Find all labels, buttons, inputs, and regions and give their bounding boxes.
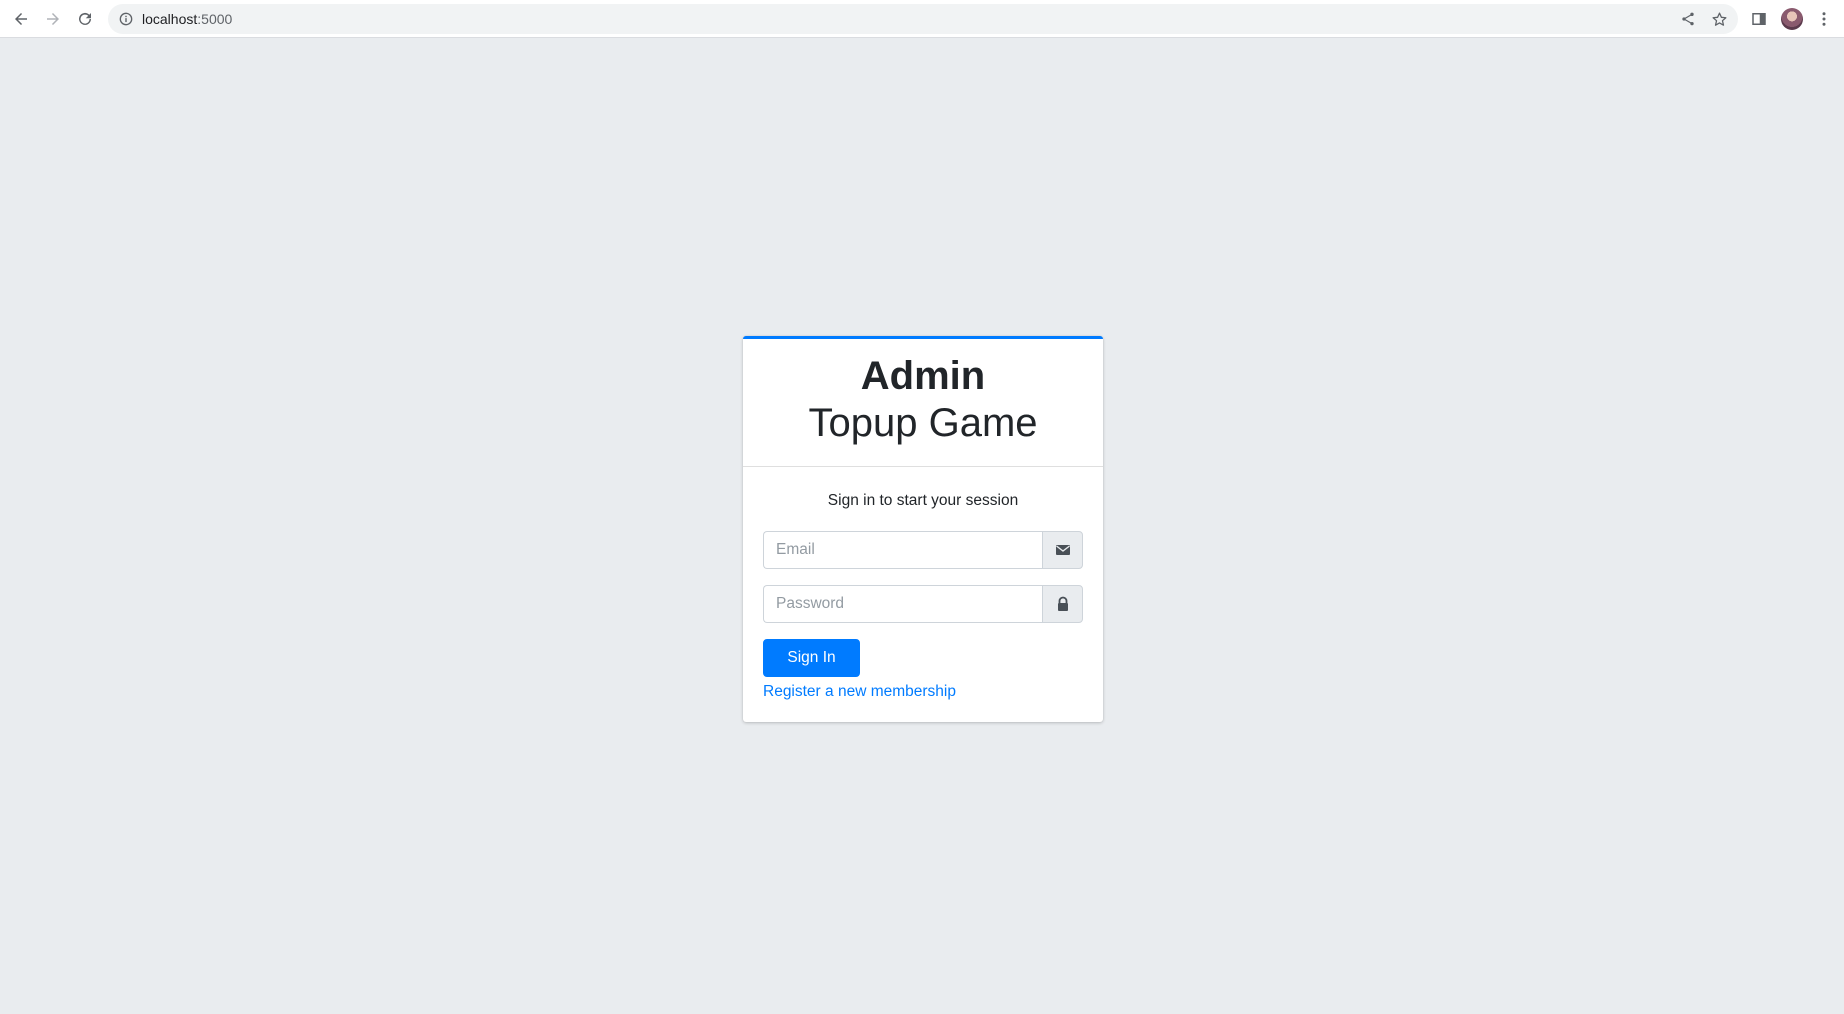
password-input-group (763, 585, 1083, 623)
login-card-body: Sign in to start your session Sign In Re… (743, 467, 1103, 722)
envelope-icon (1055, 545, 1070, 555)
address-bar[interactable]: localhost:5000 (108, 4, 1738, 34)
brand-title-light: Topup Game (808, 401, 1038, 445)
info-icon[interactable] (118, 11, 134, 27)
password-field[interactable] (763, 585, 1042, 623)
sign-in-button[interactable]: Sign In (763, 639, 860, 677)
lock-icon (1057, 596, 1068, 611)
side-panel-icon (1752, 13, 1766, 25)
login-message: Sign in to start your session (827, 492, 1019, 509)
email-addon (1042, 531, 1083, 569)
reload-icon (79, 12, 91, 25)
forward-button[interactable] (39, 5, 67, 33)
login-card: Admin Topup Game Sign in to start your s… (743, 336, 1103, 722)
brand-title-bold: Admin (860, 354, 986, 398)
reload-button[interactable] (71, 5, 99, 33)
email-field[interactable] (763, 531, 1042, 569)
share-icon[interactable] (1679, 10, 1697, 28)
arrow-right-icon (47, 13, 59, 25)
back-button[interactable] (7, 5, 35, 33)
url-port: :5000 (197, 11, 233, 27)
email-input-group (763, 531, 1083, 569)
url-text: localhost:5000 (142, 4, 232, 34)
menu-button[interactable] (1810, 5, 1838, 33)
profile-avatar[interactable] (1781, 8, 1803, 30)
url-host: localhost (142, 11, 198, 27)
arrow-left-icon (15, 13, 27, 25)
register-link[interactable]: Register a new membership (763, 682, 1083, 702)
brand-link[interactable]: Admin Topup Game (743, 353, 1103, 447)
star-icon[interactable] (1710, 10, 1728, 28)
login-card-header: Admin Topup Game (743, 339, 1103, 467)
browser-toolbar: localhost:5000 (0, 0, 1844, 38)
side-panel-button[interactable] (1745, 5, 1773, 33)
kebab-menu-icon (1822, 12, 1826, 26)
password-addon (1042, 585, 1083, 623)
